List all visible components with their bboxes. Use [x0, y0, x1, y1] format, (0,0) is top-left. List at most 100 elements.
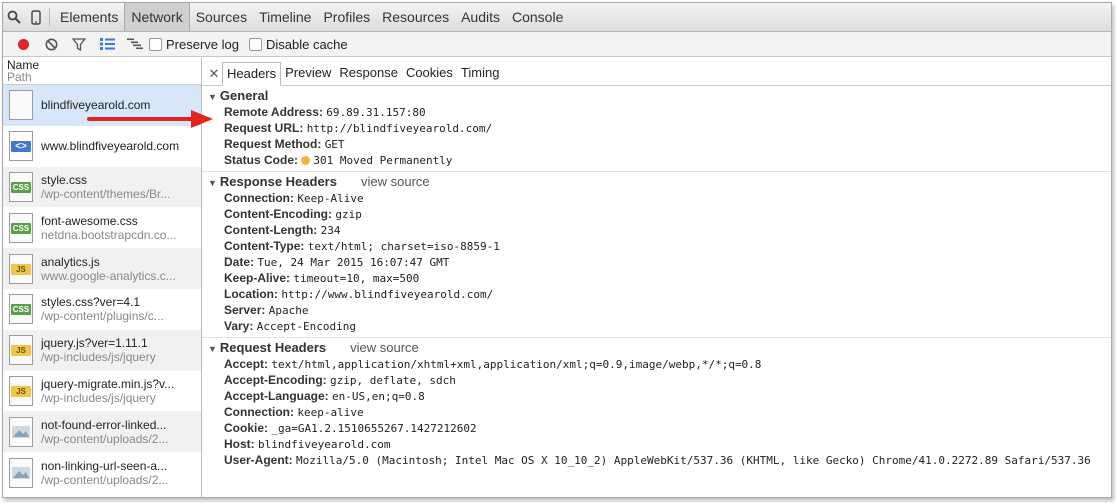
- tab-console[interactable]: Console: [506, 3, 569, 31]
- header-name: Request URL:: [224, 121, 304, 135]
- header-field: Request Method: GET: [208, 136, 1111, 152]
- request-list-header[interactable]: Name Path: [3, 58, 201, 85]
- header-name: Connection:: [224, 191, 294, 205]
- clear-button[interactable]: [37, 33, 65, 55]
- general-items: Remote Address: 69.89.31.157:80 Request U…: [208, 104, 1111, 168]
- request-headers-items: Accept: text/html,application/xhtml+xml,…: [208, 356, 1111, 468]
- tab-audits[interactable]: Audits: [455, 3, 506, 31]
- header-field: Connection: keep-alive: [208, 404, 1111, 420]
- tab-network[interactable]: Network: [124, 3, 190, 31]
- request-detail-panel: ✕ Headers Preview Response Cookies Timing ▼ G…: [202, 58, 1111, 497]
- header-name: Connection:: [224, 405, 294, 419]
- request-text: jquery.js?ver=1.11.1/wp-includes/js/jque…: [41, 336, 156, 364]
- request-row[interactable]: not-found-error-linked.../wp-content/upl…: [3, 411, 201, 453]
- tab-timing[interactable]: Timing: [457, 62, 504, 84]
- collapse-triangle-icon[interactable]: ▼: [208, 92, 217, 102]
- header-field: Remote Address: 69.89.31.157:80: [208, 104, 1111, 120]
- search-icon[interactable]: [3, 3, 25, 31]
- view-source-link[interactable]: view source: [361, 174, 430, 189]
- general-section-title[interactable]: ▼ General: [208, 88, 1111, 104]
- header-name: Content-Type:: [224, 239, 305, 253]
- header-name: Date:: [224, 255, 255, 269]
- request-row[interactable]: JS jquery-migrate.min.js?v.../wp-includes…: [3, 371, 201, 412]
- header-field: Content-Encoding: gzip: [208, 206, 1111, 222]
- request-path: /wp-includes/js/jquery: [41, 350, 156, 365]
- js-file-icon: JS: [9, 335, 33, 366]
- request-row[interactable]: <> www.blindfiveyearold.com: [3, 126, 201, 167]
- close-icon[interactable]: ✕: [206, 63, 222, 85]
- img-file-icon: [9, 457, 33, 488]
- header-value: timeout=10, max=500: [293, 272, 420, 285]
- collapse-triangle-icon[interactable]: ▼: [208, 344, 217, 354]
- disable-cache-label: Disable cache: [265, 36, 348, 52]
- disable-cache-checkbox[interactable]: Disable cache: [248, 36, 348, 52]
- request-text: styles.css?ver=4.1/wp-content/plugins/c.…: [41, 295, 164, 323]
- header-field: Status Code: 301 Moved Permanently: [208, 152, 1111, 168]
- tab-preview[interactable]: Preview: [281, 62, 335, 84]
- request-row[interactable]: non-linking-url-seen-a.../wp-content/upl…: [3, 452, 201, 493]
- header-value: Keep-Alive: [297, 192, 364, 205]
- css-badge: CSS: [11, 304, 31, 316]
- checkbox-box[interactable]: [248, 37, 262, 51]
- device-mode-icon[interactable]: [25, 3, 47, 31]
- header-name: User-Agent:: [224, 453, 293, 467]
- request-name: styles.css?ver=4.1: [41, 295, 141, 310]
- request-rows: blindfiveyearold.com <> www.blindfiveyearo…: [3, 85, 201, 493]
- request-text: analytics.js www.google-analytics.c...: [41, 255, 176, 283]
- request-name: www.blindfiveyearold.com: [41, 139, 180, 154]
- request-row[interactable]: CSS style.css/wp-content/themes/Br...: [3, 166, 201, 208]
- header-value: gzip: [335, 208, 362, 221]
- record-button[interactable]: [9, 33, 37, 55]
- header-field: Server: Apache: [208, 302, 1111, 318]
- detail-tab-bar: ✕ Headers Preview Response Cookies Timing: [202, 58, 1111, 86]
- request-path: /wp-content/uploads/2...: [41, 431, 169, 446]
- header-field: Content-Length: 234: [208, 222, 1111, 238]
- request-row[interactable]: CSS font-awesome.css netdna.bootstrapcdn.c…: [3, 207, 201, 248]
- request-path: /wp-includes/js/jquery: [41, 390, 156, 405]
- js-file-icon: JS: [9, 253, 33, 284]
- tab-headers[interactable]: Headers: [222, 62, 282, 86]
- request-name: non-linking-url-seen-a...: [41, 458, 168, 473]
- large-rows-button[interactable]: [93, 33, 121, 55]
- tab-profiles[interactable]: Profiles: [317, 3, 376, 31]
- checkbox-box[interactable]: [149, 37, 162, 51]
- name-column-header[interactable]: Name: [7, 59, 201, 71]
- tab-cookies[interactable]: Cookies: [402, 62, 457, 84]
- header-name: Host:: [224, 437, 255, 451]
- collapse-triangle-icon[interactable]: ▼: [208, 178, 217, 188]
- request-name: jquery.js?ver=1.11.1: [41, 336, 148, 351]
- request-row[interactable]: JS analytics.js www.google-analytics.c...: [3, 248, 201, 289]
- header-name: Accept:: [224, 357, 269, 371]
- tab-timeline[interactable]: Timeline: [253, 3, 317, 31]
- request-text: not-found-error-linked.../wp-content/upl…: [41, 418, 168, 446]
- header-name: Vary:: [224, 319, 254, 333]
- overview-button[interactable]: [121, 33, 149, 55]
- css-badge: CSS: [11, 222, 31, 234]
- header-field: Request URL: http://blindfiveyearold.com…: [208, 120, 1111, 136]
- filter-button[interactable]: [65, 33, 93, 55]
- request-path: netdna.bootstrapcdn.co...: [41, 227, 177, 242]
- header-name: Server:: [224, 303, 266, 317]
- header-value: _ga=GA1.2.1510655267.1427212602: [271, 422, 477, 435]
- header-value: Accept-Encoding: [256, 320, 357, 333]
- request-row[interactable]: JS jquery.js?ver=1.11.1/wp-includes/js/jq…: [3, 329, 201, 371]
- request-name: font-awesome.css: [41, 213, 138, 228]
- header-name: Cookie:: [224, 421, 269, 435]
- header-field: Accept: text/html,application/xhtml+xml,…: [208, 356, 1111, 372]
- response-headers-section: ▼ Response Headers view source Connection:…: [202, 172, 1111, 338]
- panel-tab-bar: Elements Network Sources Timeline Profiles Re…: [3, 3, 1111, 32]
- view-source-link[interactable]: view source: [350, 340, 419, 355]
- request-headers-title[interactable]: ▼ Request Headers view source: [208, 340, 1111, 356]
- tab-sources[interactable]: Sources: [190, 3, 253, 31]
- tab-response[interactable]: Response: [335, 62, 402, 84]
- js-badge: JS: [11, 345, 31, 357]
- annotation-arrow-icon: [87, 110, 213, 128]
- request-row[interactable]: CSS styles.css?ver=4.1/wp-content/plugins…: [3, 289, 201, 330]
- header-value: keep-alive: [297, 406, 364, 419]
- header-field: User-Agent: Mozilla/5.0 (Macintosh; Inte…: [208, 452, 1111, 468]
- response-headers-title[interactable]: ▼ Response Headers view source: [208, 174, 1111, 190]
- header-field: Accept-Encoding: gzip, deflate, sdch: [208, 372, 1111, 388]
- tab-resources[interactable]: Resources: [376, 3, 455, 31]
- tab-elements[interactable]: Elements: [54, 3, 124, 31]
- preserve-log-checkbox[interactable]: Preserve log: [149, 37, 239, 52]
